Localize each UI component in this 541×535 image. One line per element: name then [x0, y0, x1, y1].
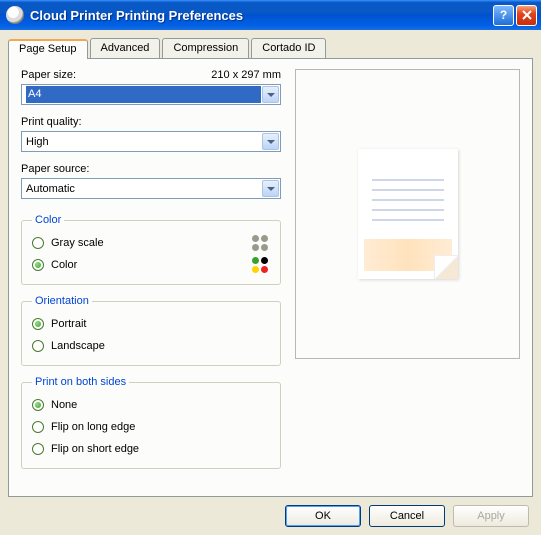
radio-color-label: Color — [51, 259, 77, 271]
help-button[interactable]: ? — [493, 5, 514, 26]
radio-icon — [32, 237, 44, 249]
radio-icon — [32, 399, 44, 411]
printer-icon — [6, 6, 24, 24]
paper-size-label: Paper size: — [21, 69, 76, 81]
tab-panel: Paper size: 210 x 297 mm A4 Print qualit… — [8, 58, 533, 497]
radio-duplex-long-label: Flip on long edge — [51, 421, 135, 433]
tab-compression[interactable]: Compression — [162, 38, 249, 58]
radio-icon — [32, 318, 44, 330]
paper-dimensions: 210 x 297 mm — [211, 69, 281, 81]
tabstrip: Page Setup Advanced Compression Cortado … — [8, 38, 533, 58]
preview-page-icon — [358, 149, 458, 279]
color-swatch-icon — [252, 257, 268, 273]
chevron-down-icon — [262, 133, 279, 150]
chevron-down-icon — [262, 86, 279, 103]
window-title: Cloud Printer Printing Preferences — [30, 8, 493, 23]
chevron-down-icon — [262, 180, 279, 197]
radio-icon — [32, 421, 44, 433]
radio-duplex-long[interactable]: Flip on long edge — [32, 416, 270, 438]
titlebar[interactable]: Cloud Printer Printing Preferences ? — [0, 0, 541, 30]
radio-portrait[interactable]: Portrait — [32, 313, 270, 335]
radio-gray-scale[interactable]: Gray scale — [32, 232, 270, 254]
print-quality-value: High — [26, 136, 261, 148]
tab-advanced[interactable]: Advanced — [90, 38, 161, 58]
radio-duplex-short[interactable]: Flip on short edge — [32, 438, 270, 460]
paper-source-value: Automatic — [26, 183, 261, 195]
close-button[interactable] — [516, 5, 537, 26]
radio-color[interactable]: Color — [32, 254, 270, 276]
color-group: Color Gray scale Color — [21, 214, 281, 285]
print-quality-label: Print quality: — [21, 116, 82, 128]
paper-source-label: Paper source: — [21, 163, 89, 175]
paper-size-value: A4 — [26, 86, 261, 103]
color-legend: Color — [32, 214, 64, 226]
cancel-button[interactable]: Cancel — [369, 505, 445, 527]
orientation-legend: Orientation — [32, 295, 92, 307]
radio-icon — [32, 259, 44, 271]
grayscale-swatch-icon — [252, 235, 268, 251]
radio-landscape[interactable]: Landscape — [32, 335, 270, 357]
radio-landscape-label: Landscape — [51, 340, 105, 352]
page-preview — [295, 69, 520, 359]
radio-duplex-none-label: None — [51, 399, 77, 411]
paper-source-select[interactable]: Automatic — [21, 178, 281, 199]
tab-cortado-id[interactable]: Cortado ID — [251, 38, 326, 58]
radio-duplex-none[interactable]: None — [32, 394, 270, 416]
radio-icon — [32, 443, 44, 455]
print-quality-select[interactable]: High — [21, 131, 281, 152]
paper-size-select[interactable]: A4 — [21, 84, 281, 105]
duplex-legend: Print on both sides — [32, 376, 129, 388]
apply-button: Apply — [453, 505, 529, 527]
ok-button[interactable]: OK — [285, 505, 361, 527]
radio-icon — [32, 340, 44, 352]
tab-page-setup[interactable]: Page Setup — [8, 39, 88, 59]
dialog-button-row: OK Cancel Apply — [8, 497, 533, 527]
radio-gray-label: Gray scale — [51, 237, 104, 249]
orientation-group: Orientation Portrait Landscape — [21, 295, 281, 366]
radio-duplex-short-label: Flip on short edge — [51, 443, 139, 455]
duplex-group: Print on both sides None Flip on long ed… — [21, 376, 281, 469]
radio-portrait-label: Portrait — [51, 318, 86, 330]
